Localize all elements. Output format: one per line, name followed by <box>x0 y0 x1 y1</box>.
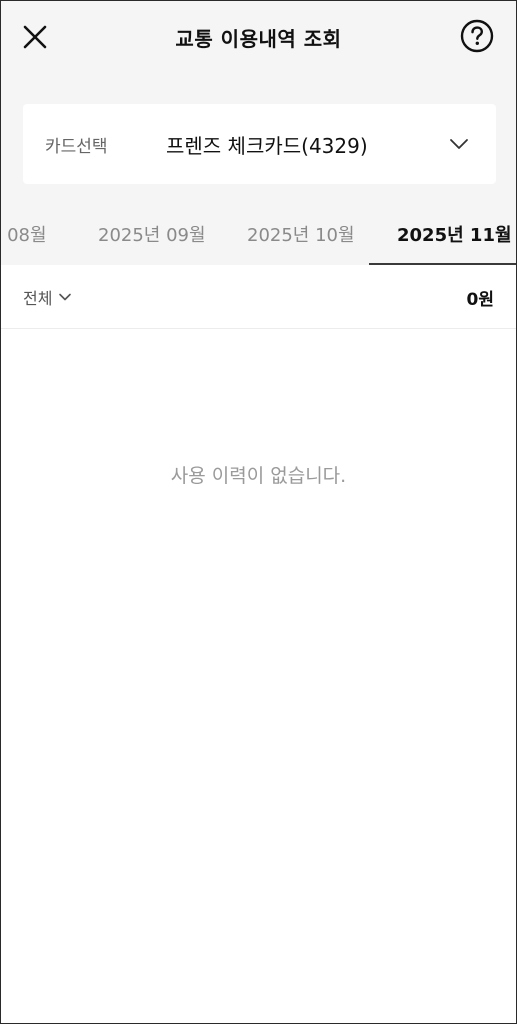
page-title: 교통 이용내역 조회 <box>175 27 342 51</box>
app-frame: 교통 이용내역 조회 카드선택 프렌즈 체크카드(4329) 2025년 08월… <box>0 0 517 1024</box>
tab-2025-09[interactable]: 2025년 09월 <box>98 221 206 247</box>
card-select-dropdown[interactable]: 카드선택 프렌즈 체크카드(4329) <box>23 104 496 184</box>
card-select-label: 카드선택 <box>45 137 108 157</box>
tab-2025-10[interactable]: 2025년 10월 <box>247 221 355 247</box>
card-select-value: 프렌즈 체크카드(4329) <box>166 134 368 158</box>
chevron-down-icon <box>450 139 468 149</box>
chevron-down-icon <box>59 293 72 301</box>
header: 교통 이용내역 조회 <box>1 1 516 71</box>
help-button[interactable] <box>459 18 495 54</box>
month-tabs: 2025년 08월 2025년 09월 2025년 10월 2025년 11월 <box>1 209 516 265</box>
filter-row: 전체 0원 <box>1 265 516 329</box>
tab-2025-11[interactable]: 2025년 11월 <box>397 221 512 247</box>
top-area: 교통 이용내역 조회 카드선택 프렌즈 체크카드(4329) 2025년 08월… <box>1 1 516 265</box>
empty-state-message: 사용 이력이 없습니다. <box>170 465 347 487</box>
filter-dropdown[interactable]: 전체 <box>23 285 72 309</box>
total-amount: 0원 <box>466 290 494 310</box>
tab-2025-08[interactable]: 2025년 08월 <box>1 221 47 247</box>
help-circle-icon <box>460 19 494 53</box>
filter-label: 전체 <box>23 289 53 308</box>
